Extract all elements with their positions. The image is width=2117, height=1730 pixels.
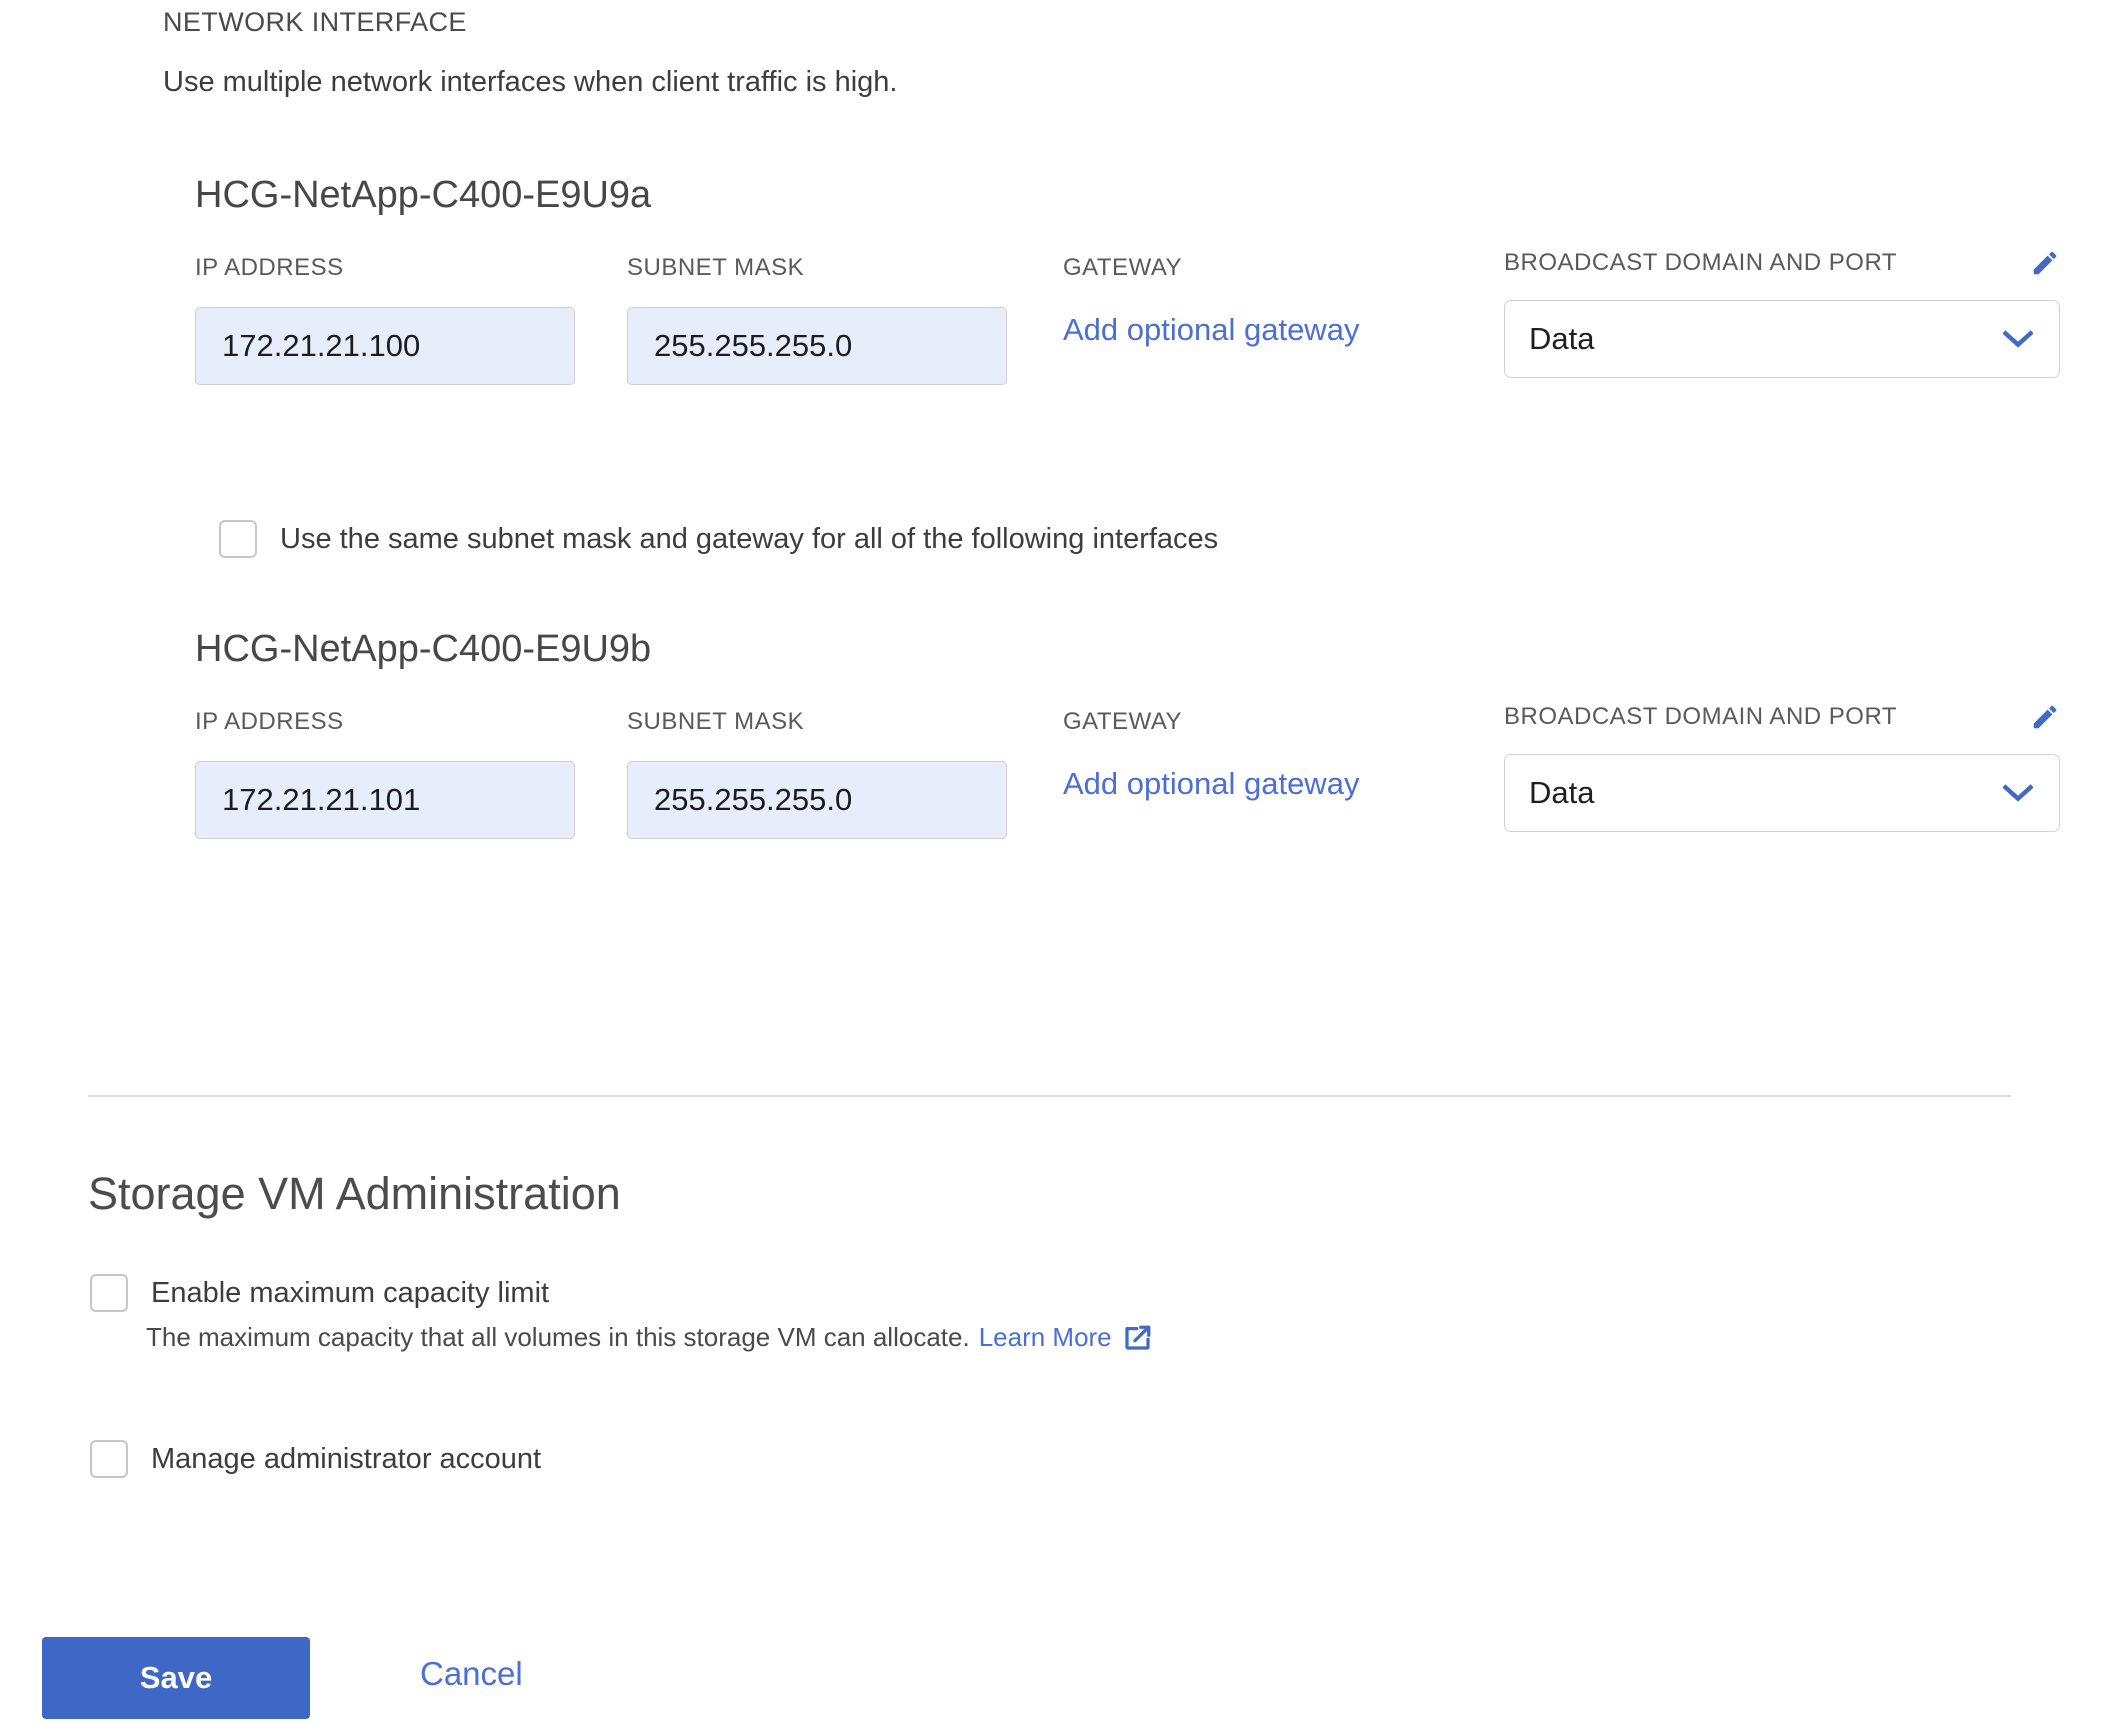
manage-admin-checkbox-label: Manage administrator account bbox=[151, 1442, 542, 1475]
capacity-helper-row: The maximum capacity that all volumes in… bbox=[146, 1322, 1153, 1353]
interface-name-b: HCG-NetApp-C400-E9U9b bbox=[195, 628, 652, 670]
section-divider bbox=[88, 1095, 2011, 1097]
capacity-limit-checkbox-row[interactable]: Enable maximum capacity limit bbox=[90, 1274, 549, 1312]
gateway-field-group-a: GATEWAY Add optional gateway bbox=[1063, 254, 1359, 348]
external-link-icon[interactable] bbox=[1123, 1323, 1153, 1353]
subnet-mask-label-a: SUBNET MASK bbox=[627, 254, 805, 281]
broadcast-domain-header-b: BROADCAST DOMAIN AND PORT bbox=[1504, 702, 2060, 732]
interface-name-a: HCG-NetApp-C400-E9U9a bbox=[195, 174, 652, 216]
capacity-helper-text: The maximum capacity that all volumes in… bbox=[146, 1322, 970, 1352]
gateway-label-a: GATEWAY bbox=[1063, 254, 1183, 281]
broadcast-domain-header-a: BROADCAST DOMAIN AND PORT bbox=[1504, 248, 2060, 278]
network-interface-block-a: HCG-NetApp-C400-E9U9a IP ADDRESS SUBNET … bbox=[0, 174, 2117, 474]
subnet-mask-field-group-b: SUBNET MASK bbox=[627, 708, 1007, 839]
gateway-field-group-b: GATEWAY Add optional gateway bbox=[1063, 708, 1359, 802]
cancel-button[interactable]: Cancel bbox=[420, 1655, 523, 1693]
capacity-limit-checkbox-label: Enable maximum capacity limit bbox=[151, 1276, 550, 1309]
chevron-down-icon-a bbox=[2003, 330, 2033, 348]
broadcast-domain-dropdown-b[interactable]: Data bbox=[1504, 754, 2060, 832]
edit-pencil-icon-b[interactable] bbox=[2030, 702, 2060, 732]
broadcast-domain-label-a: BROADCAST DOMAIN AND PORT bbox=[1504, 249, 1898, 276]
gateway-label-b: GATEWAY bbox=[1063, 708, 1183, 735]
same-subnet-checkbox[interactable] bbox=[219, 520, 257, 558]
ip-address-label-a: IP ADDRESS bbox=[195, 254, 344, 281]
network-interface-eyebrow: NETWORK INTERFACE bbox=[163, 7, 467, 37]
capacity-limit-checkbox[interactable] bbox=[90, 1274, 128, 1312]
chevron-down-icon-b bbox=[2003, 784, 2033, 802]
manage-admin-checkbox[interactable] bbox=[90, 1440, 128, 1478]
add-optional-gateway-link-a[interactable]: Add optional gateway bbox=[1063, 312, 1359, 348]
broadcast-domain-value-a: Data bbox=[1529, 321, 1595, 356]
storage-vm-administration-heading: Storage VM Administration bbox=[88, 1168, 621, 1219]
broadcast-domain-label-b: BROADCAST DOMAIN AND PORT bbox=[1504, 703, 1898, 730]
subnet-mask-field-group-a: SUBNET MASK bbox=[627, 254, 1007, 385]
broadcast-domain-group-b: BROADCAST DOMAIN AND PORT Data bbox=[1504, 702, 2060, 832]
edit-pencil-icon-a[interactable] bbox=[2030, 248, 2060, 278]
manage-admin-checkbox-row[interactable]: Manage administrator account bbox=[90, 1440, 541, 1478]
ip-address-field-group-a: IP ADDRESS bbox=[195, 254, 575, 385]
save-button[interactable]: Save bbox=[42, 1637, 310, 1719]
same-subnet-checkbox-label: Use the same subnet mask and gateway for… bbox=[280, 522, 1219, 555]
same-subnet-checkbox-row[interactable]: Use the same subnet mask and gateway for… bbox=[219, 520, 1218, 558]
broadcast-domain-value-b: Data bbox=[1529, 775, 1595, 810]
broadcast-domain-dropdown-a[interactable]: Data bbox=[1504, 300, 2060, 378]
ip-address-field-group-b: IP ADDRESS bbox=[195, 708, 575, 839]
add-optional-gateway-link-b[interactable]: Add optional gateway bbox=[1063, 766, 1359, 802]
learn-more-link[interactable]: Learn More bbox=[979, 1322, 1112, 1353]
subnet-mask-input-b[interactable] bbox=[627, 761, 1007, 839]
network-interface-subtitle: Use multiple network interfaces when cli… bbox=[163, 66, 898, 98]
ip-address-input-b[interactable] bbox=[195, 761, 575, 839]
ip-address-label-b: IP ADDRESS bbox=[195, 708, 344, 735]
network-interface-block-b: HCG-NetApp-C400-E9U9b IP ADDRESS SUBNET … bbox=[0, 628, 2117, 928]
subnet-mask-input-a[interactable] bbox=[627, 307, 1007, 385]
subnet-mask-label-b: SUBNET MASK bbox=[627, 708, 805, 735]
ip-address-input-a[interactable] bbox=[195, 307, 575, 385]
broadcast-domain-group-a: BROADCAST DOMAIN AND PORT Data bbox=[1504, 248, 2060, 378]
